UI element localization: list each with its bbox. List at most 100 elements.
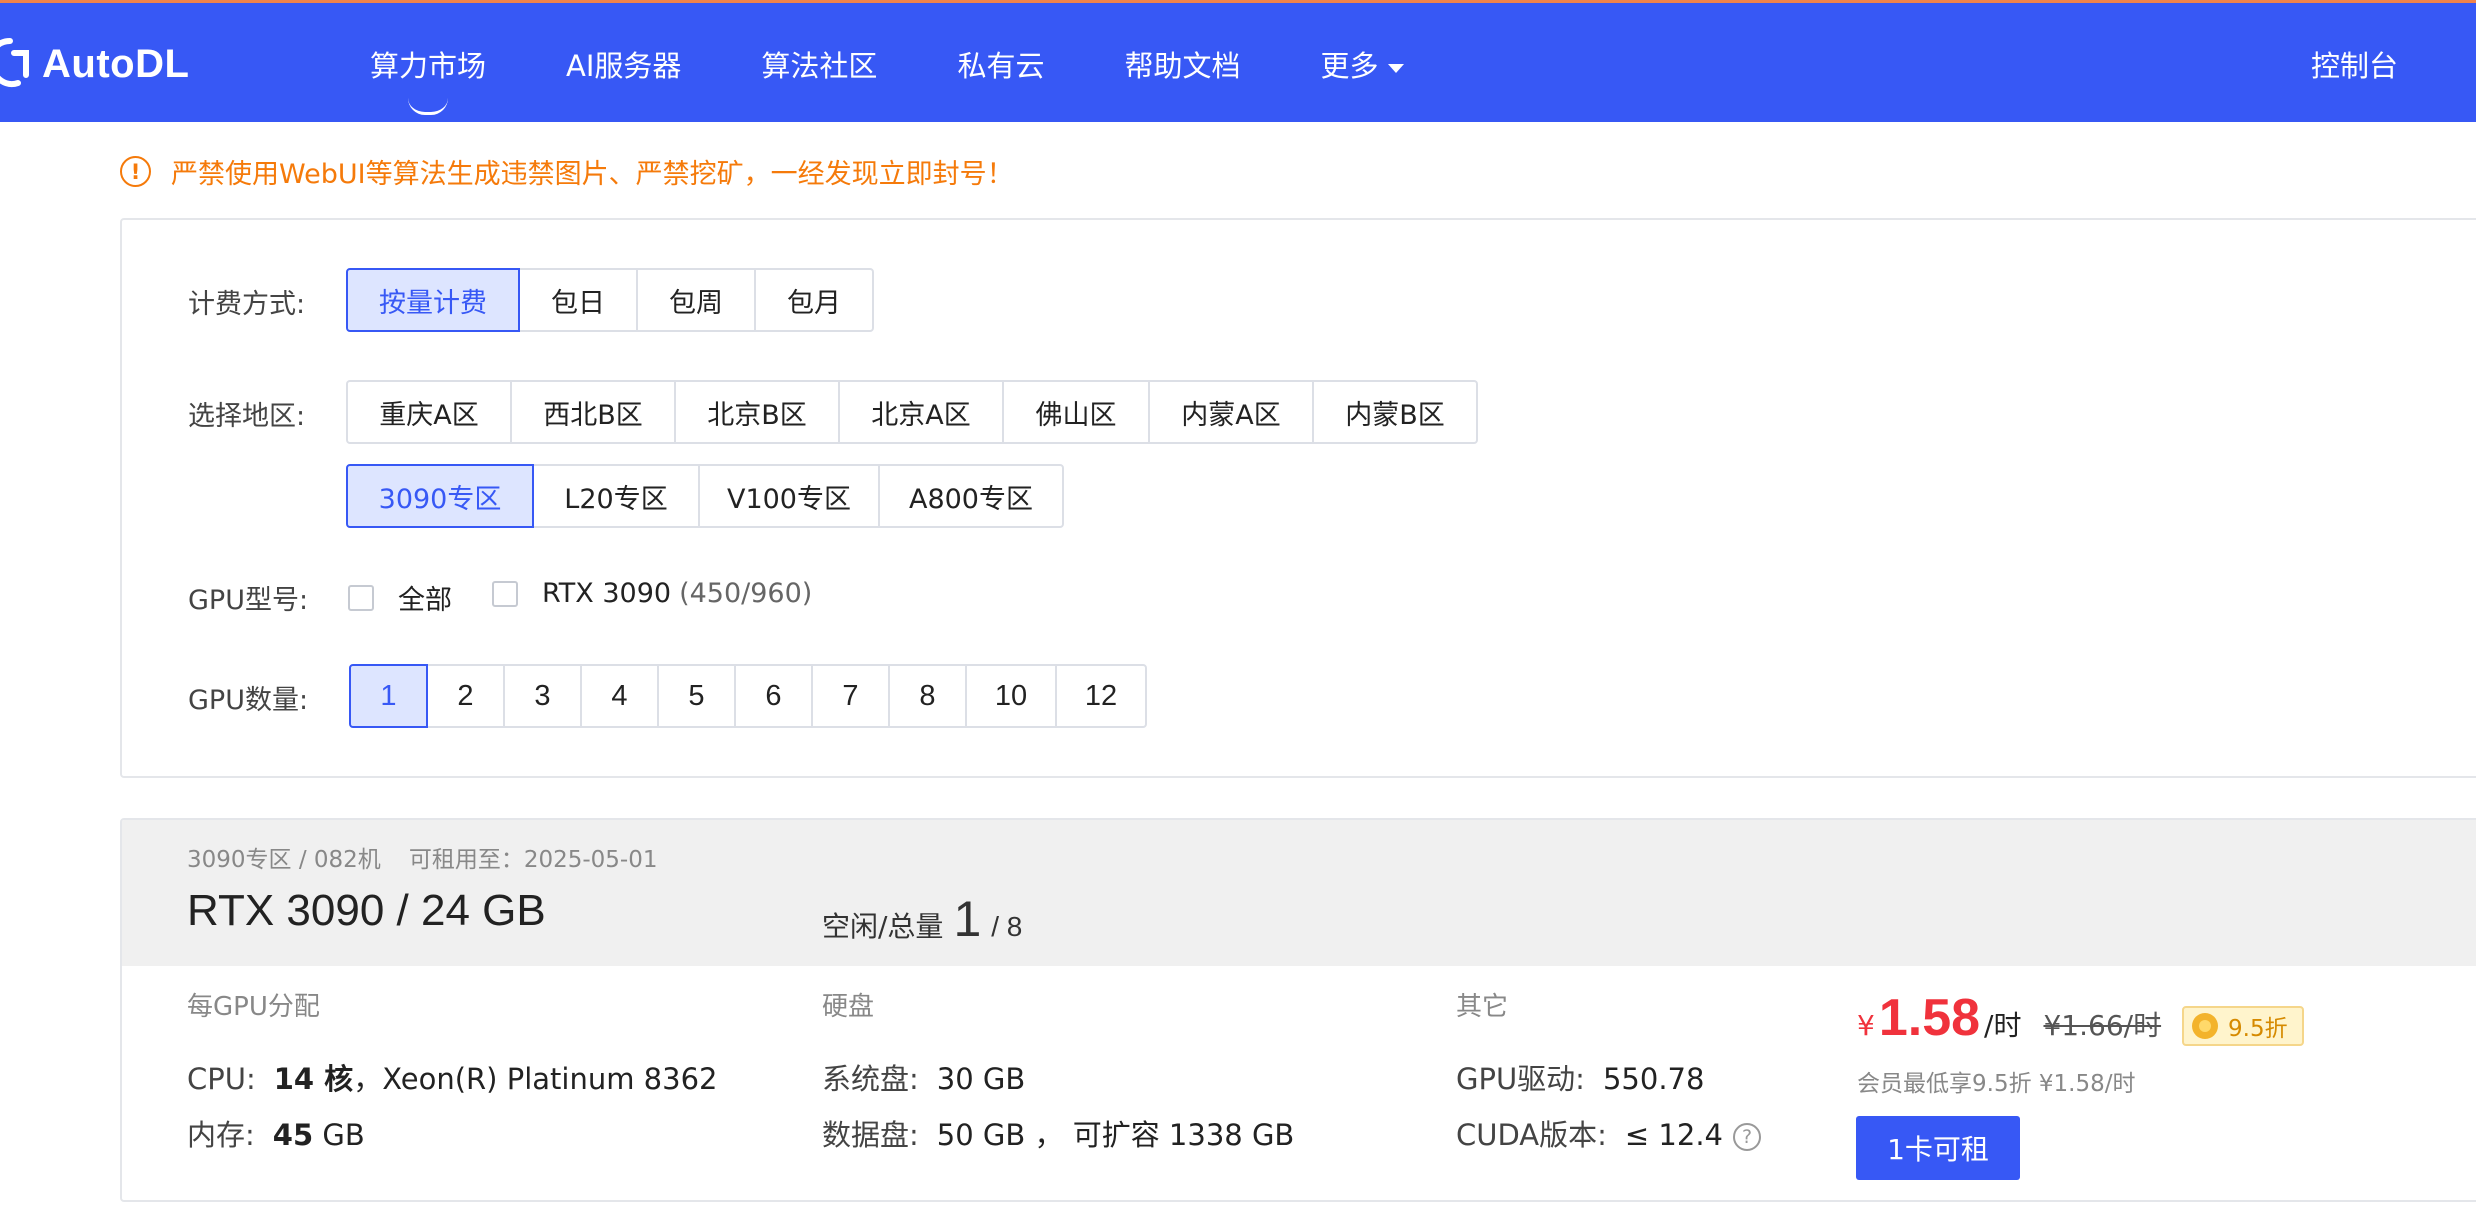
machine-meta: 3090专区 / 082机 可租用至：2025-05-01 bbox=[187, 840, 657, 874]
data-disk-value: 50 GB ， 可扩容 1338 GB bbox=[936, 1118, 1295, 1152]
idle-free-count: 1 bbox=[953, 891, 982, 947]
nav-private-cloud[interactable]: 私有云 bbox=[957, 43, 1044, 85]
region-options-row2: 3090专区 L20专区 V100专区 A800专区 bbox=[346, 464, 1064, 528]
cpu-spec: CPU: 14 核，Xeon(R) Platinum 8362 bbox=[187, 1056, 718, 1098]
billing-option-daily[interactable]: 包日 bbox=[518, 268, 638, 332]
gpu-driver-value: 550.78 bbox=[1602, 1062, 1705, 1096]
machine-card-header: 3090专区 / 082机 可租用至：2025-05-01 RTX 3090 / … bbox=[122, 820, 2476, 966]
gpu-model-rtx3090-label: RTX 3090 bbox=[542, 578, 672, 609]
per-gpu-title: 每GPU分配 bbox=[187, 992, 320, 1022]
region-option-v100[interactable]: V100专区 bbox=[698, 464, 880, 528]
cpu-label: CPU: bbox=[187, 1062, 256, 1096]
disk-title: 硬盘 bbox=[822, 992, 875, 1022]
checkbox-box[interactable] bbox=[492, 580, 518, 607]
gpu-count-option[interactable]: 12 bbox=[1055, 664, 1147, 728]
memory-spec: 内存: 45 GB bbox=[187, 1112, 365, 1154]
price-block: ¥ 1.58 /时 ¥1.66/时 bbox=[1857, 988, 2161, 1048]
gpu-count-option[interactable]: 3 bbox=[503, 664, 582, 728]
price-unit: /时 bbox=[1984, 1009, 2022, 1042]
region-label: 选择地区: bbox=[188, 401, 306, 432]
filter-panel: 计费方式: 按量计费 包日 包周 包月 选择地区: 重庆A区 西北B区 北京B区… bbox=[120, 218, 2476, 778]
nav-compute-market[interactable]: 算力市场 bbox=[370, 43, 486, 115]
region-option[interactable]: 西北B区 bbox=[510, 380, 676, 444]
coin-icon bbox=[2192, 1013, 2218, 1039]
idle-total-count: / 8 bbox=[991, 911, 1023, 942]
nav-more-label: 更多 bbox=[1320, 49, 1379, 83]
machine-location: 3090专区 / 082机 bbox=[187, 847, 381, 873]
main-nav: 算力市场 AI服务器 算法社区 私有云 帮助文档 更多 bbox=[370, 3, 1484, 125]
region-option[interactable]: 北京A区 bbox=[838, 380, 1004, 444]
nav-more[interactable]: 更多 bbox=[1320, 43, 1405, 85]
billing-option-monthly[interactable]: 包月 bbox=[754, 268, 874, 332]
system-disk-value: 30 GB bbox=[936, 1062, 1026, 1096]
region-option[interactable]: 佛山区 bbox=[1002, 380, 1150, 444]
other-title: 其它 bbox=[1456, 992, 1509, 1022]
billing-option-weekly[interactable]: 包周 bbox=[636, 268, 756, 332]
data-disk-spec: 数据盘: 50 GB ， 可扩容 1338 GB bbox=[822, 1112, 1294, 1154]
gpu-availability: 空闲/总量 1 / 8 bbox=[822, 890, 1022, 948]
gpu-count-option[interactable]: 5 bbox=[657, 664, 736, 728]
autodl-logo[interactable]: AutoDL bbox=[0, 33, 189, 95]
discount-badge: 9.5折 bbox=[2182, 1006, 2304, 1046]
logo-text: AutoDL bbox=[42, 41, 190, 86]
gpu-count-option[interactable]: 8 bbox=[888, 664, 967, 728]
original-price: ¥1.66/时 bbox=[2043, 1009, 2162, 1042]
gpu-model-rtx3090-count: (450/960) bbox=[679, 578, 813, 609]
question-circle-icon[interactable]: ? bbox=[1733, 1123, 1761, 1151]
memory-value: 45 bbox=[272, 1118, 314, 1152]
billing-option-pay-as-you-go[interactable]: 按量计费 bbox=[346, 268, 520, 332]
billing-options: 按量计费 包日 包周 包月 bbox=[346, 268, 874, 332]
gpu-model-all-label: 全部 bbox=[398, 585, 452, 616]
warning-text: 严禁使用WebUI等算法生成违禁图片、严禁挖矿，一经发现立即封号！ bbox=[171, 159, 1014, 190]
region-option[interactable]: 北京B区 bbox=[674, 380, 840, 444]
cpu-cores: 14 核 bbox=[273, 1062, 354, 1096]
cuda-value: ≤ 12.4 bbox=[1624, 1118, 1723, 1152]
idle-label: 空闲/总量 bbox=[822, 910, 944, 943]
warning-banner: ! 严禁使用WebUI等算法生成违禁图片、严禁挖矿，一经发现立即封号！ bbox=[120, 152, 1014, 191]
memory-unit: GB bbox=[313, 1118, 365, 1152]
exclamation-circle-icon: ! bbox=[120, 156, 151, 187]
gpu-title: RTX 3090 / 24 GB bbox=[187, 886, 546, 935]
region-option-l20[interactable]: L20专区 bbox=[532, 464, 700, 528]
gpu-model-all-checkbox[interactable]: 全部 bbox=[348, 578, 452, 617]
data-disk-label: 数据盘: bbox=[822, 1118, 919, 1152]
machine-card: 3090专区 / 082机 可租用至：2025-05-01 RTX 3090 / … bbox=[120, 818, 2476, 1202]
region-option-a800[interactable]: A800专区 bbox=[878, 464, 1064, 528]
rent-button[interactable]: 1卡可租 bbox=[1856, 1116, 2020, 1180]
price-currency: ¥ bbox=[1857, 1009, 1875, 1042]
region-option[interactable]: 内蒙B区 bbox=[1312, 380, 1478, 444]
gpu-count-option[interactable]: 1 bbox=[349, 664, 428, 728]
member-price-note: 会员最低享9.5折 ¥1.58/时 bbox=[1857, 1071, 2136, 1097]
checkbox-box[interactable] bbox=[348, 584, 374, 611]
caret-down-icon bbox=[1388, 64, 1405, 73]
nav-ai-server[interactable]: AI服务器 bbox=[566, 43, 681, 85]
nav-help-docs[interactable]: 帮助文档 bbox=[1124, 43, 1240, 85]
cuda-spec: CUDA版本: ≤ 12.4? bbox=[1456, 1112, 1761, 1154]
gpu-model-label: GPU型号: bbox=[188, 585, 309, 616]
cpu-model: ，Xeon(R) Platinum 8362 bbox=[353, 1062, 718, 1096]
gpu-count-option[interactable]: 4 bbox=[580, 664, 659, 728]
billing-label: 计费方式: bbox=[188, 289, 306, 320]
console-link[interactable]: 控制台 bbox=[2311, 43, 2398, 85]
region-options-row1: 重庆A区 西北B区 北京B区 北京A区 佛山区 内蒙A区 内蒙B区 bbox=[346, 380, 1478, 444]
gpu-count-option[interactable]: 6 bbox=[734, 664, 813, 728]
machine-expire: 可租用至：2025-05-01 bbox=[408, 847, 658, 873]
system-disk-label: 系统盘: bbox=[822, 1062, 919, 1096]
nav-algorithm-community[interactable]: 算法社区 bbox=[761, 43, 877, 85]
region-option[interactable]: 内蒙A区 bbox=[1148, 380, 1314, 444]
gpu-count-options: 1 2 3 4 5 6 7 8 10 12 bbox=[349, 664, 1147, 728]
top-nav-bar: AutoDL 算力市场 AI服务器 算法社区 私有云 帮助文档 更多 控制台 bbox=[0, 0, 2476, 122]
logo-mark-icon bbox=[0, 33, 34, 95]
gpu-driver-label: GPU驱动: bbox=[1456, 1062, 1585, 1096]
gpu-count-option[interactable]: 10 bbox=[965, 664, 1057, 728]
price-value: 1.58 bbox=[1878, 989, 1981, 1047]
memory-label: 内存: bbox=[187, 1118, 255, 1152]
gpu-driver-spec: GPU驱动: 550.78 bbox=[1456, 1056, 1704, 1098]
system-disk-spec: 系统盘: 30 GB bbox=[822, 1056, 1025, 1098]
gpu-count-option[interactable]: 2 bbox=[426, 664, 505, 728]
gpu-model-rtx3090-checkbox[interactable]: RTX 3090 (450/960) bbox=[492, 578, 812, 609]
cuda-label: CUDA版本: bbox=[1456, 1118, 1607, 1152]
gpu-count-option[interactable]: 7 bbox=[811, 664, 890, 728]
region-option-3090[interactable]: 3090专区 bbox=[346, 464, 534, 528]
region-option[interactable]: 重庆A区 bbox=[346, 380, 512, 444]
